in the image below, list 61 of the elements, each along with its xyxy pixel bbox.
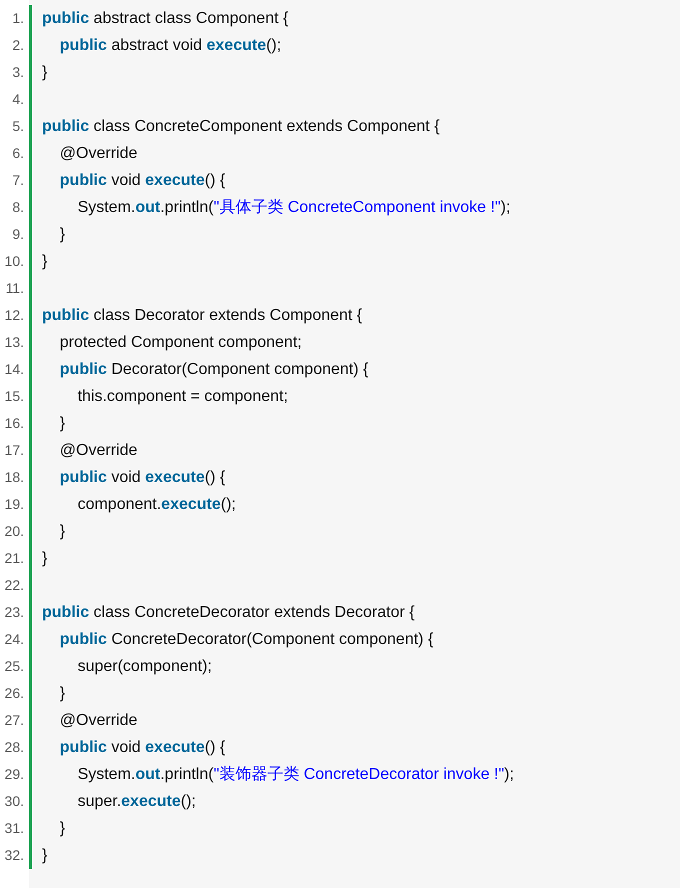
line-number: 24. (4, 630, 24, 649)
code-line: } (58, 224, 66, 244)
line-number: 32. (4, 846, 24, 865)
line-number: 4. (12, 90, 24, 109)
code-line: System.out.println("具体子类 ConcreteComponent invoke !"); (76, 198, 510, 218)
code-line: @Override (58, 710, 138, 730)
line-number: 28. (4, 738, 24, 757)
line-number: 19. (4, 495, 24, 514)
line-number: 6. (12, 144, 24, 163)
line-number: 11. (6, 279, 24, 298)
line-number: 17. (4, 441, 24, 460)
line-number: 8. (12, 198, 24, 217)
code-line: @Override (58, 440, 138, 460)
code-line: public class ConcreteDecorator extends Decorator { (42, 602, 415, 622)
line-number: 29. (4, 765, 24, 784)
code-line: public void execute() { (58, 170, 226, 190)
line-number: 21. (4, 549, 24, 568)
code-line: } (42, 62, 48, 82)
line-number: 7. (12, 171, 24, 190)
line-number: 3. (12, 63, 24, 82)
code-line: public ConcreteDecorator(Component component) { (58, 630, 434, 650)
code-line: } (58, 818, 66, 838)
line-number: 2. (12, 36, 24, 55)
line-number: 15. (4, 387, 24, 406)
code-line: } (58, 414, 66, 434)
line-number: 27. (4, 711, 24, 730)
code-line: public class Decorator extends Component { (42, 306, 362, 326)
line-number: 9. (12, 225, 24, 244)
code-line: super(component); (76, 656, 212, 676)
code-line: } (42, 846, 48, 866)
line-number: 22. (4, 576, 24, 595)
code-line: public Decorator(Component component) { (58, 360, 368, 380)
code-line: } (58, 522, 66, 542)
code-line: public abstract class Component { (42, 8, 288, 28)
line-number: 13. (4, 333, 24, 352)
code-line: } (42, 548, 48, 568)
line-number: 26. (4, 684, 24, 703)
line-number: 12. (4, 306, 24, 325)
code-line: public abstract void execute(); (58, 36, 282, 56)
line-number: 18. (4, 468, 24, 487)
code-line: } (58, 684, 66, 704)
line-number: 20. (4, 522, 24, 541)
code-line: } (42, 252, 48, 272)
code-line: component.execute(); (76, 494, 236, 514)
code-line: System.out.println("装饰器子类 ConcreteDecorator invoke !"); (76, 764, 514, 784)
line-number: 31. (4, 819, 24, 838)
line-number: 1. (12, 9, 24, 28)
line-number: 30. (4, 792, 24, 811)
line-number: 10. (4, 252, 24, 271)
line-number: 16. (4, 414, 24, 433)
code-line: public class ConcreteComponent extends Component { (42, 116, 440, 136)
line-number: 25. (4, 657, 24, 676)
line-number: 14. (4, 360, 24, 379)
code-line: protected Component component; (58, 332, 302, 352)
code-line: @Override (58, 144, 138, 164)
line-number: 5. (12, 117, 24, 136)
code-line: public void execute() { (58, 468, 226, 488)
line-number: 23. (4, 603, 24, 622)
code-line: public void execute() { (58, 738, 226, 758)
code-line: super.execute(); (76, 792, 196, 812)
code-line: this.component = component; (76, 386, 288, 406)
